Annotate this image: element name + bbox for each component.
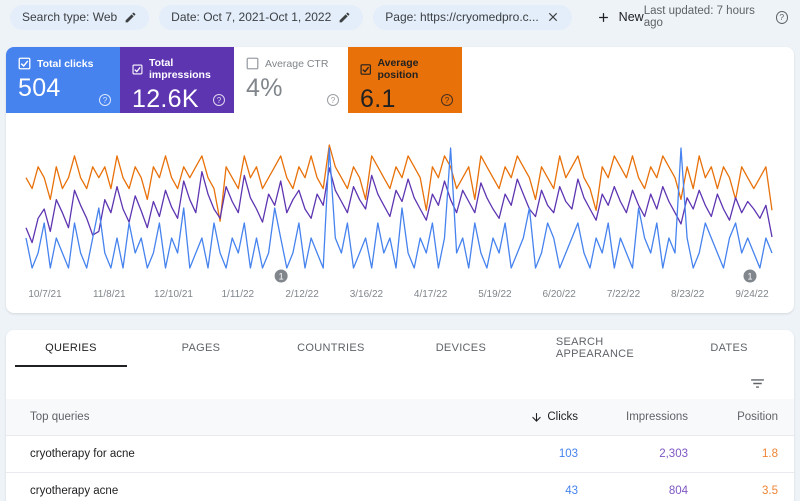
tile-label: Total clicks	[37, 57, 94, 70]
edit-icon	[339, 12, 350, 22]
position-cell: 1.8	[762, 448, 778, 460]
chart-annotation-label: 1	[279, 272, 284, 282]
chip-label: Date: Oct 7, 2021-Oct 1, 2022	[171, 10, 332, 24]
x-axis-tick-label: 2/12/22	[285, 289, 319, 300]
filter-list-icon[interactable]	[749, 375, 766, 392]
x-axis-tick-label: 10/7/21	[28, 289, 62, 300]
x-axis-tick-label: 7/22/22	[607, 289, 641, 300]
metric-tile-total-clicks[interactable]: Total clicks 504 ?	[6, 47, 120, 113]
metric-tile-average-position[interactable]: Average position 6.1 ?	[348, 47, 462, 113]
x-axis-tick-label: 11/8/21	[93, 289, 126, 300]
x-axis-tick-label: 4/17/22	[414, 289, 448, 300]
column-header-position[interactable]: Position	[688, 411, 778, 423]
filter-chip-search-type[interactable]: Search type: Web	[10, 4, 150, 30]
checkbox-unchecked-icon[interactable]	[246, 57, 259, 70]
tile-label: Total impressions	[148, 57, 211, 81]
help-icon[interactable]: ?	[99, 94, 111, 106]
impressions-cell: 804	[668, 485, 688, 497]
query-cell[interactable]: cryotherapy for acne	[30, 448, 428, 460]
dimension-tabs: QUERIES PAGES COUNTRIES DEVICES SEARCH A…	[6, 330, 794, 367]
performance-chart[interactable]: 1 1 10/7/21 11/8/21 12/10/21 1/11/22 2/12/22 3/…	[6, 113, 794, 313]
x-axis-tick-label: 8/23/22	[671, 289, 705, 300]
tile-label: Average position	[377, 57, 419, 81]
help-icon[interactable]: ?	[441, 94, 453, 106]
tile-label: Average CTR	[265, 57, 329, 70]
last-updated-text: Last updated: 7 hours ago	[643, 5, 755, 29]
tile-value: 12.6K	[132, 85, 199, 113]
chip-label: Page: https://cryomedpro.c...	[385, 10, 539, 24]
filter-chip-page[interactable]: Page: https://cryomedpro.c...	[373, 4, 572, 30]
table-row[interactable]: cryotherapy acne 43 804 3.5	[6, 473, 794, 501]
tab-countries[interactable]: COUNTRIES	[266, 330, 396, 367]
tab-queries[interactable]: QUERIES	[6, 330, 136, 367]
filter-chip-date[interactable]: Date: Oct 7, 2021-Oct 1, 2022	[159, 4, 364, 30]
checkbox-checked-icon[interactable]	[18, 57, 31, 70]
table-row[interactable]: cryotherapy for acne 103 2,303 1.8	[6, 436, 794, 473]
edit-icon	[125, 12, 136, 22]
metric-tiles: Total clicks 504 ? Total impressions 12.…	[6, 47, 794, 113]
tile-value: 504	[18, 74, 61, 102]
chart-line-average-position	[25, 144, 773, 222]
chart-annotation-label: 1	[747, 272, 752, 282]
query-cell[interactable]: cryotherapy acne	[30, 485, 428, 497]
checkbox-checked-icon[interactable]	[132, 63, 143, 76]
column-header-clicks[interactable]: Clicks	[428, 411, 578, 424]
search-console-performance-page: Search type: Web Date: Oct 7, 2021-Oct 1…	[0, 0, 800, 501]
last-updated: Last updated: 7 hours ago ?	[644, 5, 788, 29]
metric-tile-average-ctr[interactable]: Average CTR 4% ?	[234, 47, 348, 113]
table-toolbar	[6, 367, 794, 399]
new-filter-button[interactable]: New	[596, 10, 644, 25]
clicks-cell: 43	[565, 485, 578, 497]
impressions-cell: 2,303	[659, 448, 688, 460]
chip-label: Search type: Web	[22, 10, 118, 24]
tile-value: 4%	[246, 74, 283, 102]
checkbox-checked-icon[interactable]	[360, 63, 371, 76]
x-axis-tick-label: 1/11/22	[221, 289, 254, 300]
dimensions-card: QUERIES PAGES COUNTRIES DEVICES SEARCH A…	[6, 330, 794, 501]
filter-bar: Search type: Web Date: Oct 7, 2021-Oct 1…	[0, 0, 800, 34]
x-axis-tick-label: 6/20/22	[543, 289, 577, 300]
tab-dates[interactable]: DATES	[664, 330, 794, 367]
tab-devices[interactable]: DEVICES	[396, 330, 526, 367]
tab-search-appearance[interactable]: SEARCH APPEARANCE	[526, 330, 664, 367]
table-header-row: Top queries Clicks Impressions Position	[6, 399, 794, 436]
x-axis-tick-label: 12/10/21	[154, 289, 193, 300]
x-axis-tick-label: 3/16/22	[350, 289, 384, 300]
x-axis-tick-label: 5/19/22	[478, 289, 512, 300]
help-icon[interactable]: ?	[327, 94, 339, 106]
x-axis-tick-label: 9/24/22	[735, 289, 769, 300]
close-icon[interactable]	[546, 10, 560, 24]
help-icon[interactable]: ?	[775, 10, 788, 24]
column-header-impressions[interactable]: Impressions	[578, 411, 688, 423]
help-icon[interactable]: ?	[213, 94, 225, 106]
chart-line-total-impressions	[25, 167, 773, 244]
clicks-cell: 103	[558, 448, 578, 460]
tile-value: 6.1	[360, 85, 396, 113]
plus-icon	[598, 12, 608, 22]
sort-descending-icon	[532, 412, 542, 422]
tab-pages[interactable]: PAGES	[136, 330, 266, 367]
column-header-top-queries[interactable]: Top queries	[30, 411, 428, 423]
new-filter-label: New	[618, 10, 644, 24]
performance-card: Total clicks 504 ? Total impressions 12.…	[6, 47, 794, 313]
metric-tile-total-impressions[interactable]: Total impressions 12.6K ?	[120, 47, 234, 113]
position-cell: 3.5	[762, 485, 778, 497]
